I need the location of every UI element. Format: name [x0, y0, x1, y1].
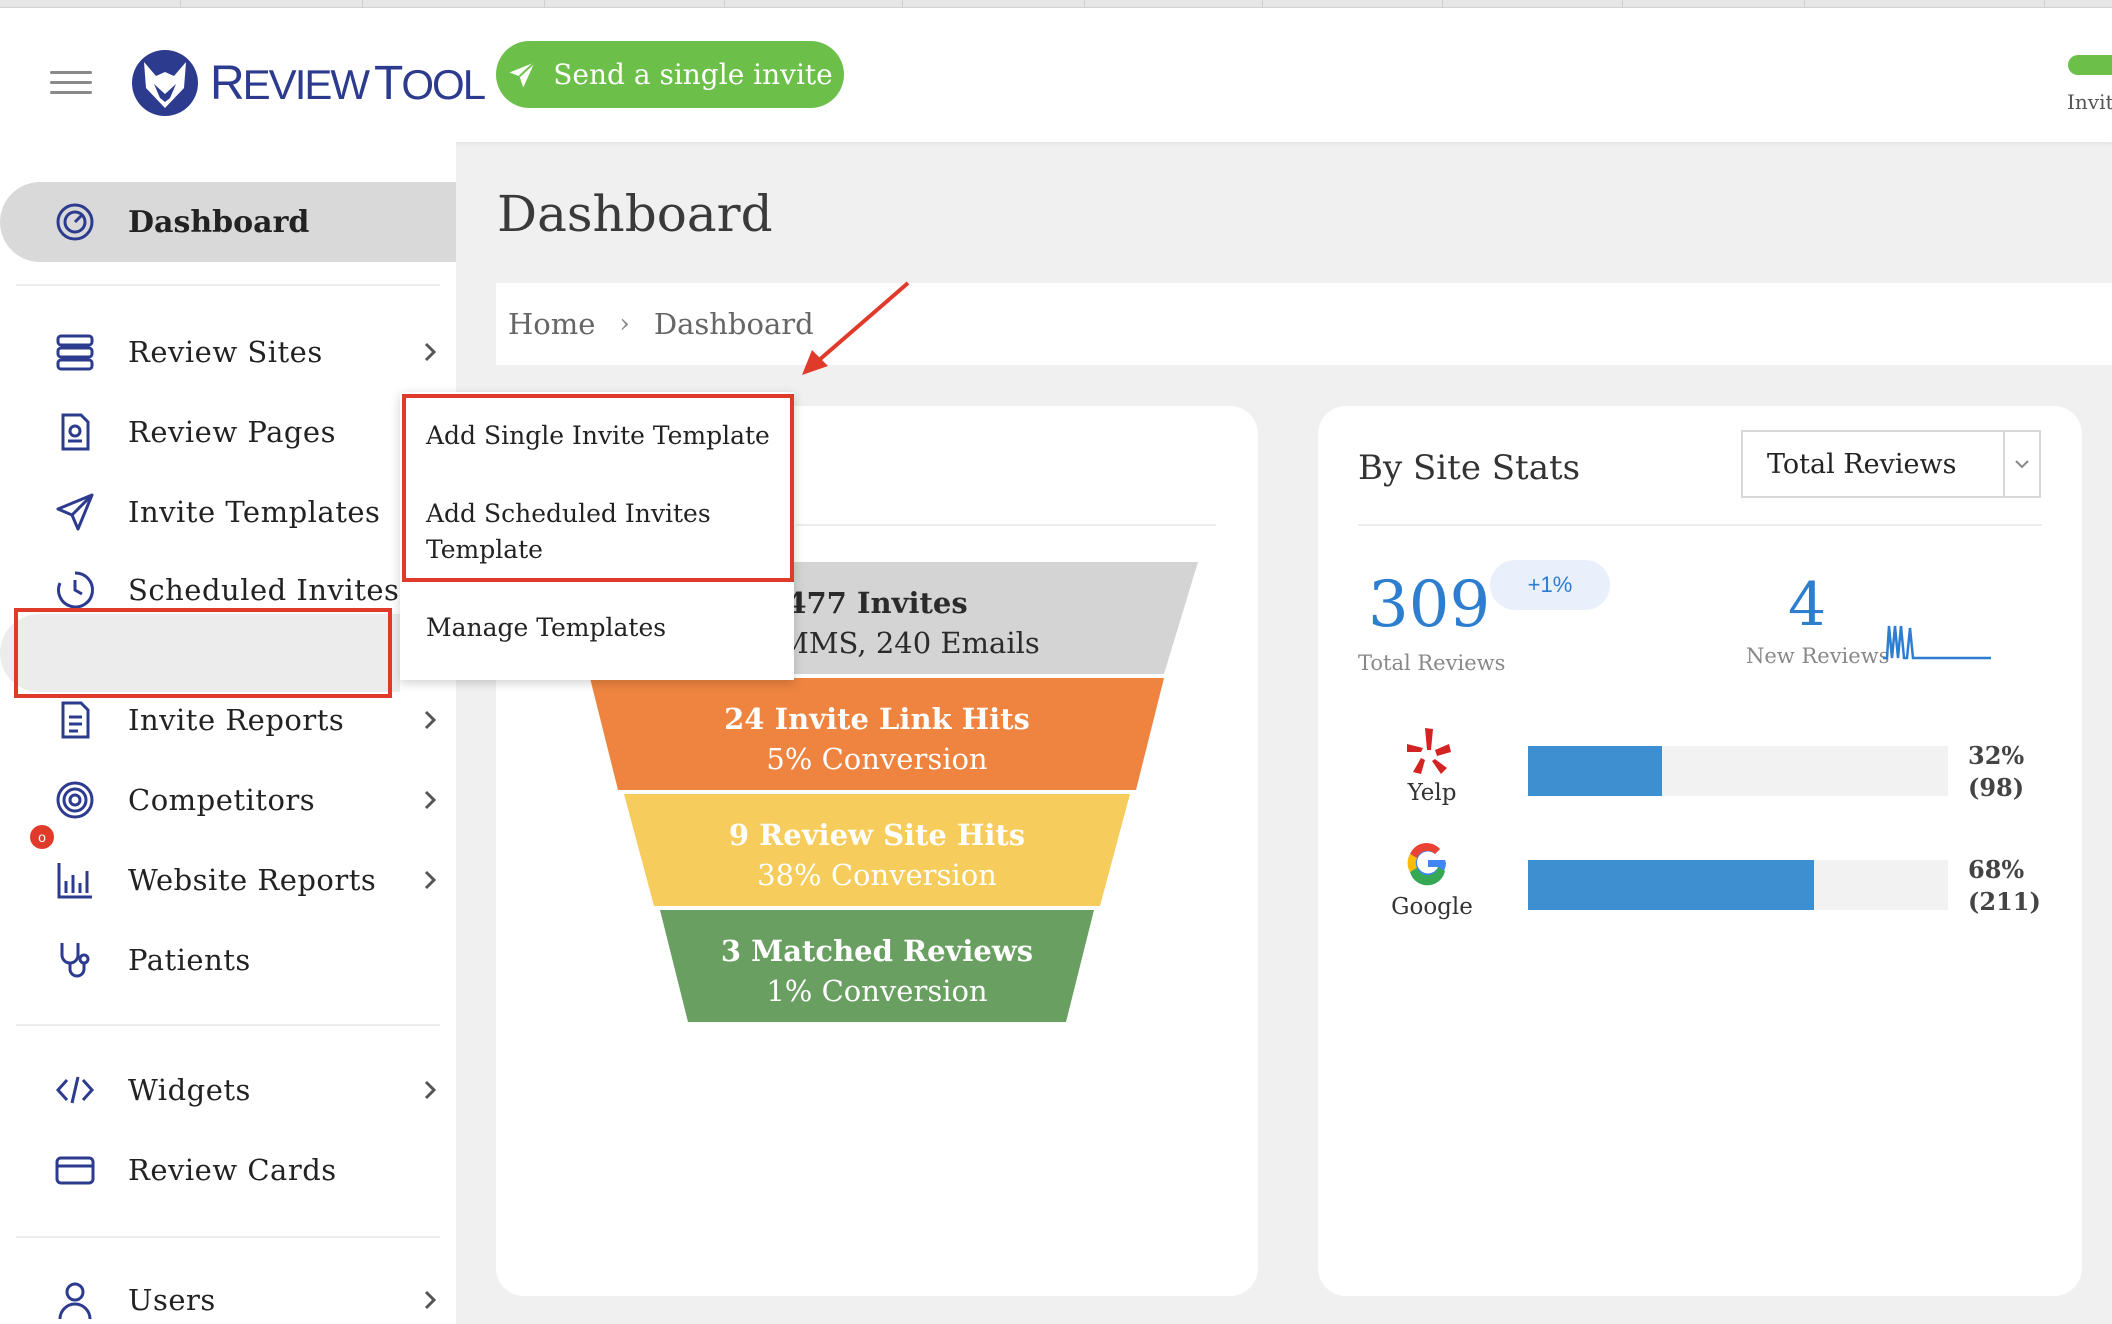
sidebar-item-patients[interactable]: Patients: [0, 930, 456, 990]
menu-item-add-scheduled-invites-template-line2[interactable]: Template: [426, 532, 543, 568]
page-title: Dashboard: [497, 185, 773, 243]
send-single-invite-button[interactable]: Send a single invite: [496, 41, 844, 108]
card-icon: [54, 1149, 96, 1191]
sidebar-item-users[interactable]: Users: [0, 1270, 456, 1324]
sidebar: Dashboard Review Sites Review Pages Invi…: [0, 142, 456, 1324]
google-bar-fill: [1528, 860, 1814, 910]
sidebar-item-dashboard[interactable]: Dashboard: [0, 182, 456, 262]
hamburger-menu-icon[interactable]: [50, 71, 92, 101]
menu-item-add-single-invite-template[interactable]: Add Single Invite Template: [426, 418, 770, 454]
menu-item-add-scheduled-invites-template[interactable]: Add Scheduled Invites: [426, 496, 711, 532]
yelp-bar-track: [1528, 746, 1948, 796]
chevron-right-icon: [424, 870, 437, 890]
by-site-stats-card: By Site Stats Total Reviews 309 +1% Tota…: [1318, 406, 2082, 1296]
sidebar-item-invite-reports[interactable]: Invite Reports: [0, 690, 456, 750]
sidebar-item-competitors[interactable]: Competitors: [0, 770, 456, 830]
new-reviews-sparkline: [1883, 625, 1991, 660]
send-paper-plane-icon: [509, 61, 536, 87]
logo-wordmark: REVIEW TOOL: [210, 56, 486, 110]
breadcrumb-separator-icon: ›: [619, 309, 630, 339]
site-name-google: Google: [1391, 894, 1473, 920]
sidebar-item-invite-templates[interactable]: Invite Templates: [0, 482, 456, 542]
speedometer-icon: [54, 201, 96, 243]
google-icon: [1398, 840, 1458, 890]
send-invite-label: Send a single invite: [553, 58, 833, 91]
top-header: REVIEW TOOL Send a single invite Invit: [0, 8, 2112, 142]
sidebar-item-review-pages[interactable]: Review Pages: [0, 402, 456, 462]
header-right-label: Invit: [2067, 90, 2112, 114]
sidebar-item-label: Competitors: [128, 783, 316, 817]
bar-chart-icon: [54, 859, 96, 901]
new-reviews-value: 4: [1788, 570, 1827, 640]
target-icon: [54, 779, 96, 821]
document-icon: [54, 411, 96, 453]
stats-metric-select[interactable]: Total Reviews: [1741, 430, 2041, 498]
chevron-right-icon: [424, 1290, 437, 1310]
user-icon: [54, 1279, 96, 1321]
review-tool-logo[interactable]: REVIEW TOOL: [130, 43, 486, 123]
header-toggle[interactable]: [2068, 55, 2112, 75]
chevron-right-icon: [424, 710, 437, 730]
site-stats-title: By Site Stats: [1358, 448, 1581, 488]
sidebar-item-label: Review Cards: [128, 1153, 337, 1187]
breadcrumb-home[interactable]: Home: [508, 307, 595, 341]
stethoscope-icon: [54, 939, 96, 981]
chevron-right-icon: [424, 342, 437, 362]
menu-item-manage-templates[interactable]: Manage Templates: [426, 610, 666, 646]
breadcrumb: Home › Dashboard: [496, 283, 2112, 365]
new-reviews-label: New Reviews: [1746, 644, 1890, 668]
google-percent: 68% (211): [1968, 855, 2041, 916]
site-row-google: Google 68% (211): [1358, 840, 2058, 920]
chevron-right-icon: [424, 1080, 437, 1100]
site-row-yelp: Yelp 32% (98): [1358, 726, 2058, 806]
google-bar-track: [1528, 860, 1948, 910]
sidebar-item-website-reports[interactable]: Website Reports: [0, 850, 456, 910]
sidebar-item-label: Website Reports: [128, 863, 377, 897]
browser-tab-strip: [0, 0, 2112, 8]
yelp-bar-fill: [1528, 746, 1663, 796]
clock-icon: [54, 569, 96, 611]
chevron-right-icon: [424, 790, 437, 810]
total-reviews-value: 309: [1368, 568, 1491, 642]
sidebar-item-review-sites[interactable]: Review Sites: [0, 322, 456, 382]
code-icon: [54, 1069, 96, 1111]
select-value: Total Reviews: [1767, 448, 1957, 480]
paper-plane-icon: [54, 491, 96, 533]
notification-badge: o: [30, 825, 54, 849]
sidebar-item-label: Invite Templates: [128, 495, 381, 529]
sidebar-item-label: Scheduled Invites: [128, 573, 400, 607]
sidebar-item-label: Review Pages: [128, 415, 336, 449]
active-item-background: [0, 614, 400, 692]
sidebar-item-label: Users: [128, 1283, 216, 1317]
yelp-percent: 32% (98): [1968, 741, 2025, 802]
fox-logo-icon: [132, 50, 198, 116]
chevron-down-icon: [2003, 432, 2039, 496]
server-icon: [54, 331, 96, 373]
breadcrumb-current: Dashboard: [653, 307, 814, 341]
change-badge: +1%: [1490, 560, 1610, 610]
site-name-yelp: Yelp: [1407, 780, 1457, 806]
report-icon: [54, 699, 96, 741]
yelp-icon: [1398, 726, 1458, 780]
sidebar-item-label: Dashboard: [128, 204, 310, 240]
sidebar-item-widgets[interactable]: Widgets: [0, 1060, 456, 1120]
invite-templates-dropdown: Add Single Invite Template Add Scheduled…: [400, 392, 794, 680]
sidebar-item-review-cards[interactable]: Review Cards: [0, 1140, 456, 1200]
sidebar-item-label: Patients: [128, 943, 251, 977]
sidebar-item-label: Review Sites: [128, 335, 323, 369]
sidebar-item-label: Widgets: [128, 1073, 251, 1107]
total-reviews-label: Total Reviews: [1358, 651, 1506, 675]
sidebar-item-label: Invite Reports: [128, 703, 345, 737]
sidebar-item-scheduled-invites[interactable]: Scheduled Invites: [0, 560, 456, 620]
